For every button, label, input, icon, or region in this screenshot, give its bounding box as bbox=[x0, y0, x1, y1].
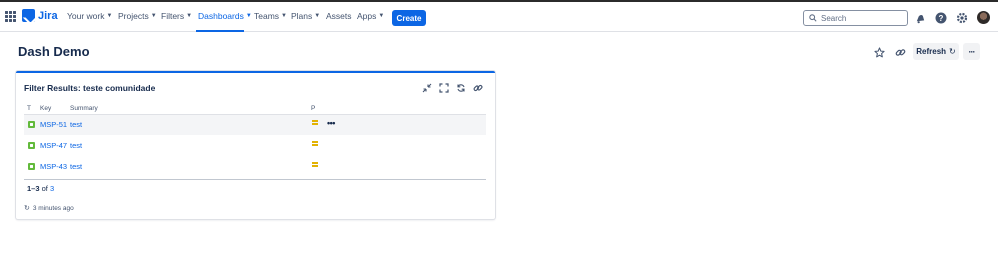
issue-key-link[interactable]: MSP-51 bbox=[40, 120, 67, 129]
table-row[interactable]: MSP-43 test bbox=[24, 157, 486, 177]
chevron-down-icon: ▼ bbox=[245, 13, 252, 19]
filter-results-gadget: Filter Results: teste comunidade T Key S… bbox=[16, 71, 495, 219]
search-icon bbox=[809, 14, 817, 22]
last-updated: ↻ 3 minutes ago bbox=[24, 204, 74, 213]
issue-summary-link[interactable]: test bbox=[70, 141, 82, 150]
link-icon[interactable] bbox=[894, 46, 906, 58]
nav-assets[interactable]: Assets bbox=[326, 11, 352, 21]
jira-logo[interactable]: Jira bbox=[22, 9, 58, 22]
issue-key-link[interactable]: MSP-43 bbox=[40, 162, 67, 171]
search-input[interactable]: Search bbox=[803, 10, 908, 26]
row-actions-icon[interactable]: ••• bbox=[327, 118, 335, 128]
nav-dashboards[interactable]: Dashboards ▼ bbox=[198, 11, 252, 21]
story-icon bbox=[28, 142, 35, 149]
jira-logo-text: Jira bbox=[38, 9, 58, 22]
app-switcher-icon[interactable] bbox=[5, 11, 16, 22]
refresh-icon: ↻ bbox=[24, 205, 30, 212]
issue-summary-link[interactable]: test bbox=[70, 162, 82, 171]
table-footer-divider bbox=[24, 179, 486, 180]
nav-apps[interactable]: Apps ▼ bbox=[357, 11, 384, 21]
column-header-key[interactable]: Key bbox=[40, 105, 51, 112]
svg-text:?: ? bbox=[939, 14, 944, 23]
link-icon[interactable] bbox=[472, 82, 483, 93]
more-actions-button[interactable]: ··· bbox=[963, 43, 980, 60]
refresh-button[interactable]: Refresh ↻ bbox=[913, 43, 959, 60]
help-icon[interactable]: ? bbox=[935, 12, 947, 24]
story-icon bbox=[28, 121, 35, 128]
refresh-icon: ↻ bbox=[949, 47, 956, 56]
pagination-total-link[interactable]: 3 bbox=[50, 184, 54, 193]
search-placeholder: Search bbox=[821, 13, 847, 23]
nav-filters[interactable]: Filters ▼ bbox=[161, 11, 192, 21]
column-header-summary[interactable]: Summary bbox=[70, 105, 98, 112]
priority-medium-icon bbox=[312, 141, 318, 146]
last-updated-text: 3 minutes ago bbox=[32, 204, 74, 212]
chevron-down-icon: ▼ bbox=[281, 13, 287, 19]
priority-medium-icon bbox=[312, 120, 318, 125]
refresh-gadget-icon[interactable] bbox=[455, 82, 466, 93]
chevron-down-icon: ▼ bbox=[106, 13, 113, 19]
fullscreen-icon[interactable] bbox=[438, 82, 449, 93]
pagination-summary: 1–3 of 3 bbox=[27, 184, 54, 193]
nav-teams[interactable]: Teams ▼ bbox=[254, 11, 287, 21]
nav-plans[interactable]: Plans ▼ bbox=[291, 11, 320, 21]
chevron-down-icon: ▼ bbox=[186, 13, 193, 19]
column-header-type[interactable]: T bbox=[27, 105, 31, 112]
pagination-of: of bbox=[41, 184, 48, 193]
notifications-icon[interactable] bbox=[914, 12, 926, 24]
chevron-down-icon: ▼ bbox=[150, 13, 157, 19]
chevron-down-icon: ▼ bbox=[378, 13, 385, 19]
top-navigation-bar: Jira Your work ▼ Projects ▼ Filters ▼ Dashb… bbox=[0, 2, 998, 32]
issue-key-link[interactable]: MSP-47 bbox=[40, 141, 67, 150]
create-button[interactable]: Create bbox=[392, 10, 426, 26]
avatar[interactable] bbox=[977, 11, 990, 24]
active-nav-indicator bbox=[196, 30, 244, 32]
story-icon bbox=[28, 163, 35, 170]
nav-projects[interactable]: Projects ▼ bbox=[118, 11, 157, 21]
pagination-range: 1–3 bbox=[27, 184, 40, 193]
star-icon[interactable] bbox=[873, 46, 885, 58]
column-header-priority[interactable]: P bbox=[311, 105, 315, 112]
nav-your-work[interactable]: Your work ▼ bbox=[67, 11, 112, 21]
issue-summary-link[interactable]: test bbox=[70, 120, 82, 129]
table-row[interactable]: MSP-47 test bbox=[24, 136, 486, 156]
table-row[interactable]: MSP-51 test ••• bbox=[24, 115, 486, 135]
chevron-down-icon: ▼ bbox=[314, 13, 321, 19]
gadget-title: Filter Results: teste comunidade bbox=[24, 83, 156, 93]
priority-medium-icon bbox=[312, 162, 318, 167]
page-title: Dash Demo bbox=[18, 44, 90, 59]
settings-icon[interactable] bbox=[956, 12, 968, 24]
jira-logo-icon bbox=[22, 9, 35, 22]
minimize-icon[interactable] bbox=[421, 82, 432, 93]
